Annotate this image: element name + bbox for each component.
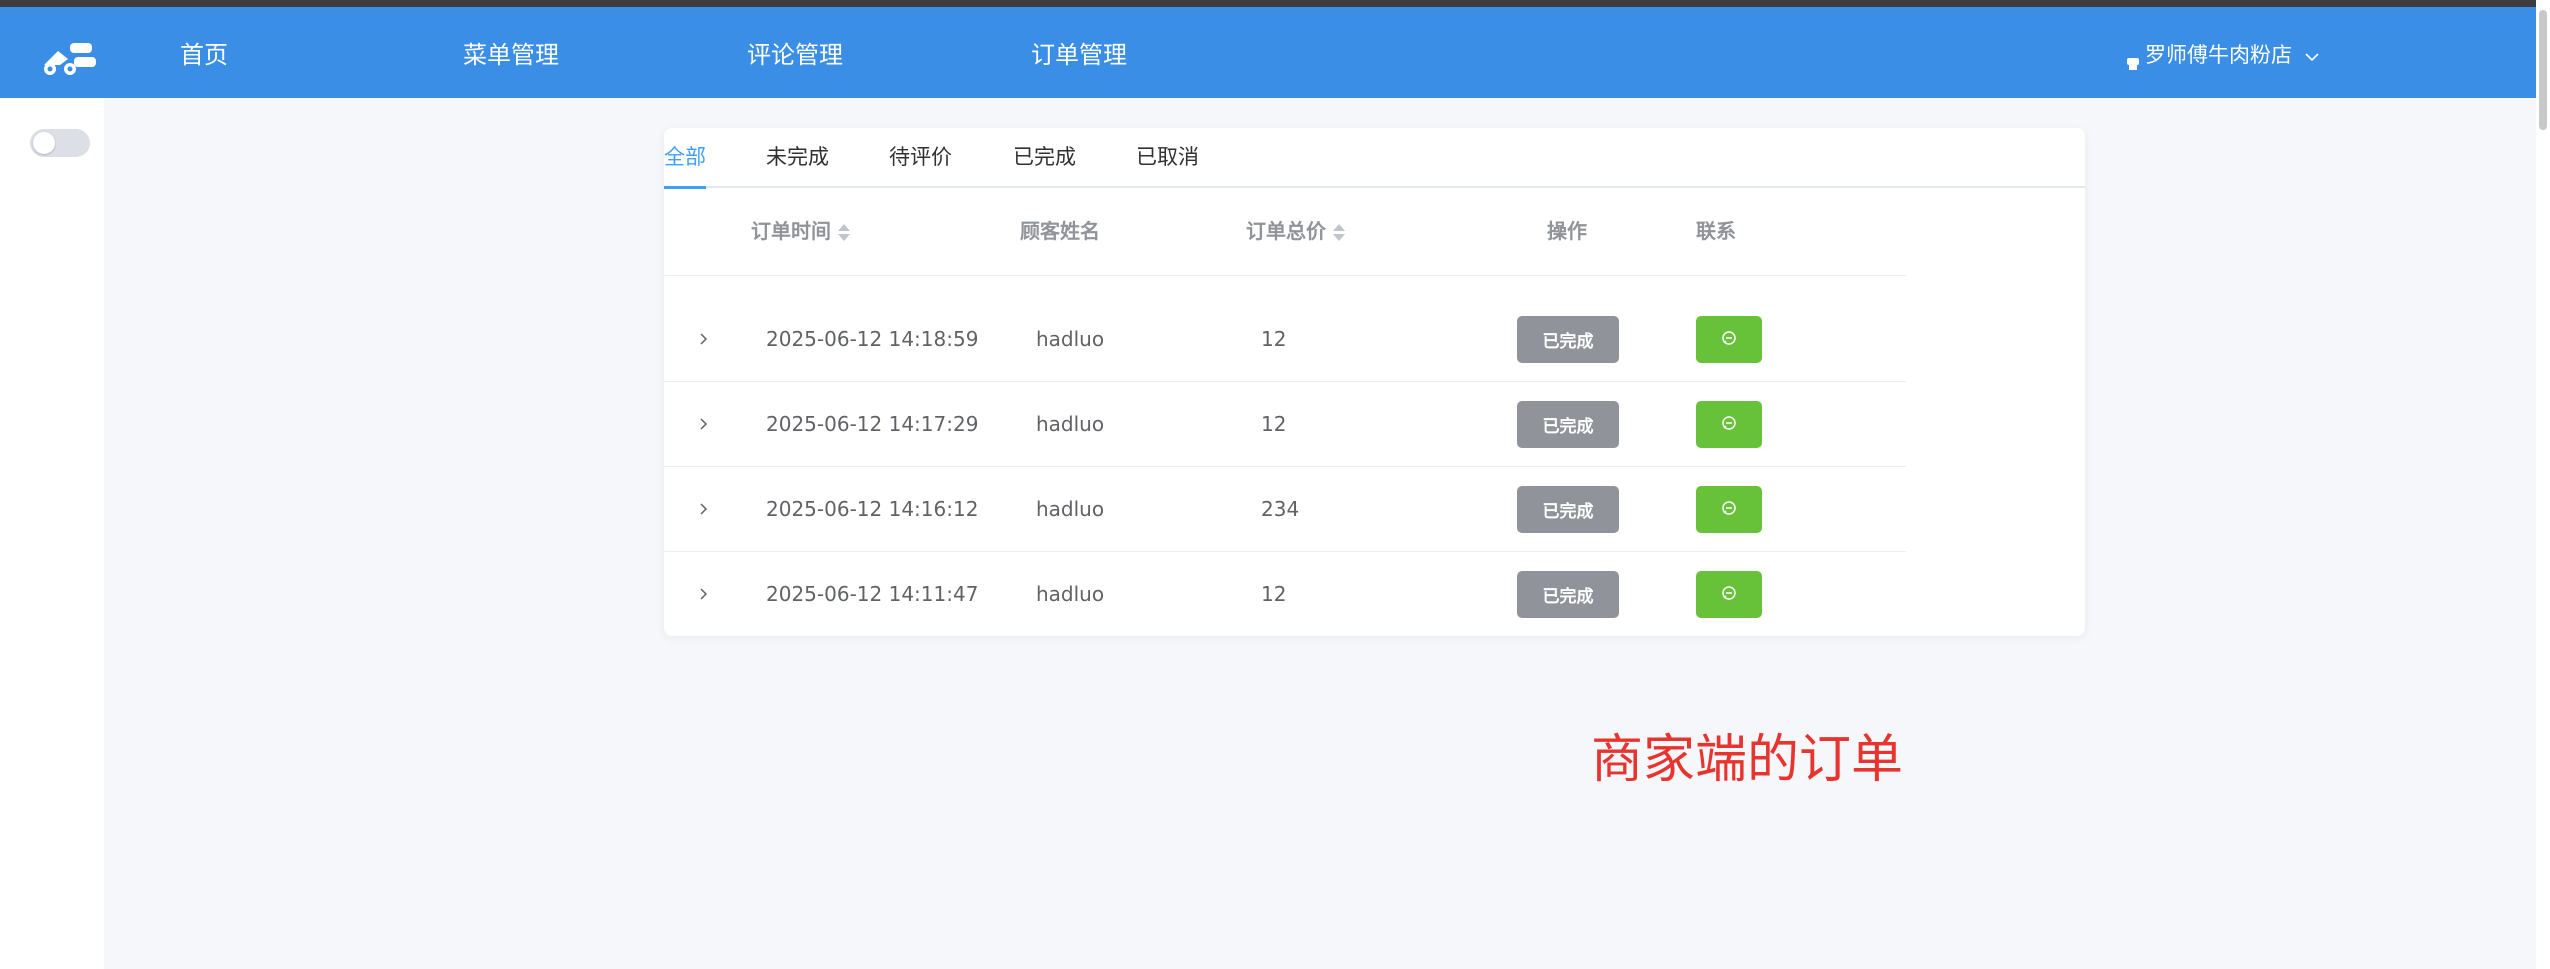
customer-name: hadluo: [1036, 582, 1105, 606]
tab-completed[interactable]: 已完成: [1013, 142, 1076, 172]
tab-cancelled[interactable]: 已取消: [1136, 142, 1199, 172]
column-header-action: 操作: [1547, 219, 1587, 243]
order-total: 12: [1261, 582, 1287, 606]
status-completed-button[interactable]: 已完成: [1517, 571, 1619, 618]
status-completed-button[interactable]: 已完成: [1517, 401, 1619, 448]
sort-caret-icon[interactable]: [837, 223, 851, 243]
sidebar-collapse-toggle[interactable]: [30, 129, 90, 157]
nav-order-management[interactable]: 订单管理: [1031, 37, 1127, 73]
order-time: 2025-06-12 14:11:47: [766, 582, 979, 606]
tab-pending-review[interactable]: 待评价: [889, 142, 952, 172]
order-time: 2025-06-12 14:16:12: [766, 497, 979, 521]
order-status-tabs: 全部 未完成 待评价 已完成 已取消: [664, 128, 2085, 189]
chat-icon: [1720, 499, 1738, 521]
annotation-caption: 商家端的订单: [1591, 730, 1904, 790]
toggle-knob: [33, 132, 55, 154]
contact-chat-button[interactable]: [1696, 486, 1762, 533]
column-header-total[interactable]: 订单总价: [1246, 216, 1346, 246]
chevron-down-icon: [2304, 39, 2320, 71]
customer-name: hadluo: [1036, 412, 1105, 436]
page-scrollbar[interactable]: [2536, 0, 2550, 969]
chat-icon: [1720, 329, 1738, 351]
contact-chat-button[interactable]: [1696, 401, 1762, 448]
orders-card: 全部 未完成 待评价 已完成 已取消 订单时间 顾客姓名 订单总价 操作 联系 …: [664, 128, 2085, 636]
window-top-strip: [0, 0, 2550, 7]
order-total: 12: [1261, 412, 1287, 436]
tab-unfinished[interactable]: 未完成: [766, 142, 829, 172]
store-icon: [2126, 48, 2140, 70]
contact-chat-button[interactable]: [1696, 316, 1762, 363]
user-dropdown[interactable]: 罗师傅牛肉粉店: [2126, 39, 2320, 71]
customer-name: hadluo: [1036, 497, 1105, 521]
status-completed-button[interactable]: 已完成: [1517, 486, 1619, 533]
user-store-name: 罗师傅牛肉粉店: [2145, 43, 2292, 67]
chevron-right-icon[interactable]: [694, 499, 714, 519]
customer-name: hadluo: [1036, 327, 1105, 351]
chat-icon: [1720, 584, 1738, 606]
app-logo-icon[interactable]: [40, 29, 102, 81]
order-total: 12: [1261, 327, 1287, 351]
chat-icon: [1720, 414, 1738, 436]
chevron-right-icon[interactable]: [694, 584, 714, 604]
sort-caret-icon[interactable]: [1332, 223, 1346, 243]
sidebar: [0, 98, 104, 969]
table-row: 2025-06-12 14:17:29 hadluo 12 已完成: [664, 382, 1906, 467]
nav-menu-management[interactable]: 菜单管理: [463, 37, 559, 73]
column-header-customer: 顾客姓名: [1020, 219, 1100, 243]
table-header: 订单时间 顾客姓名 订单总价 操作 联系: [664, 188, 1906, 276]
order-total: 234: [1261, 497, 1300, 521]
nav-review-management[interactable]: 评论管理: [747, 37, 843, 73]
top-navbar: 首页 菜单管理 评论管理 订单管理 罗师傅牛肉粉店: [0, 7, 2536, 98]
table-row: 2025-06-12 14:16:12 hadluo 234 已完成: [664, 467, 1906, 552]
table-row: 2025-06-12 14:11:47 hadluo 12 已完成: [664, 552, 1906, 636]
column-header-contact: 联系: [1696, 219, 1736, 243]
table-row: 2025-06-12 14:18:59 hadluo 12 已完成: [664, 297, 1906, 382]
contact-chat-button[interactable]: [1696, 571, 1762, 618]
status-completed-button[interactable]: 已完成: [1517, 316, 1619, 363]
chevron-right-icon[interactable]: [694, 329, 714, 349]
order-time: 2025-06-12 14:17:29: [766, 412, 979, 436]
chevron-right-icon[interactable]: [694, 414, 714, 434]
nav-home[interactable]: 首页: [180, 37, 228, 73]
order-time: 2025-06-12 14:18:59: [766, 327, 979, 351]
column-header-time[interactable]: 订单时间: [751, 216, 851, 246]
tab-all[interactable]: 全部: [664, 142, 706, 172]
scrollbar-thumb[interactable]: [2539, 10, 2547, 130]
